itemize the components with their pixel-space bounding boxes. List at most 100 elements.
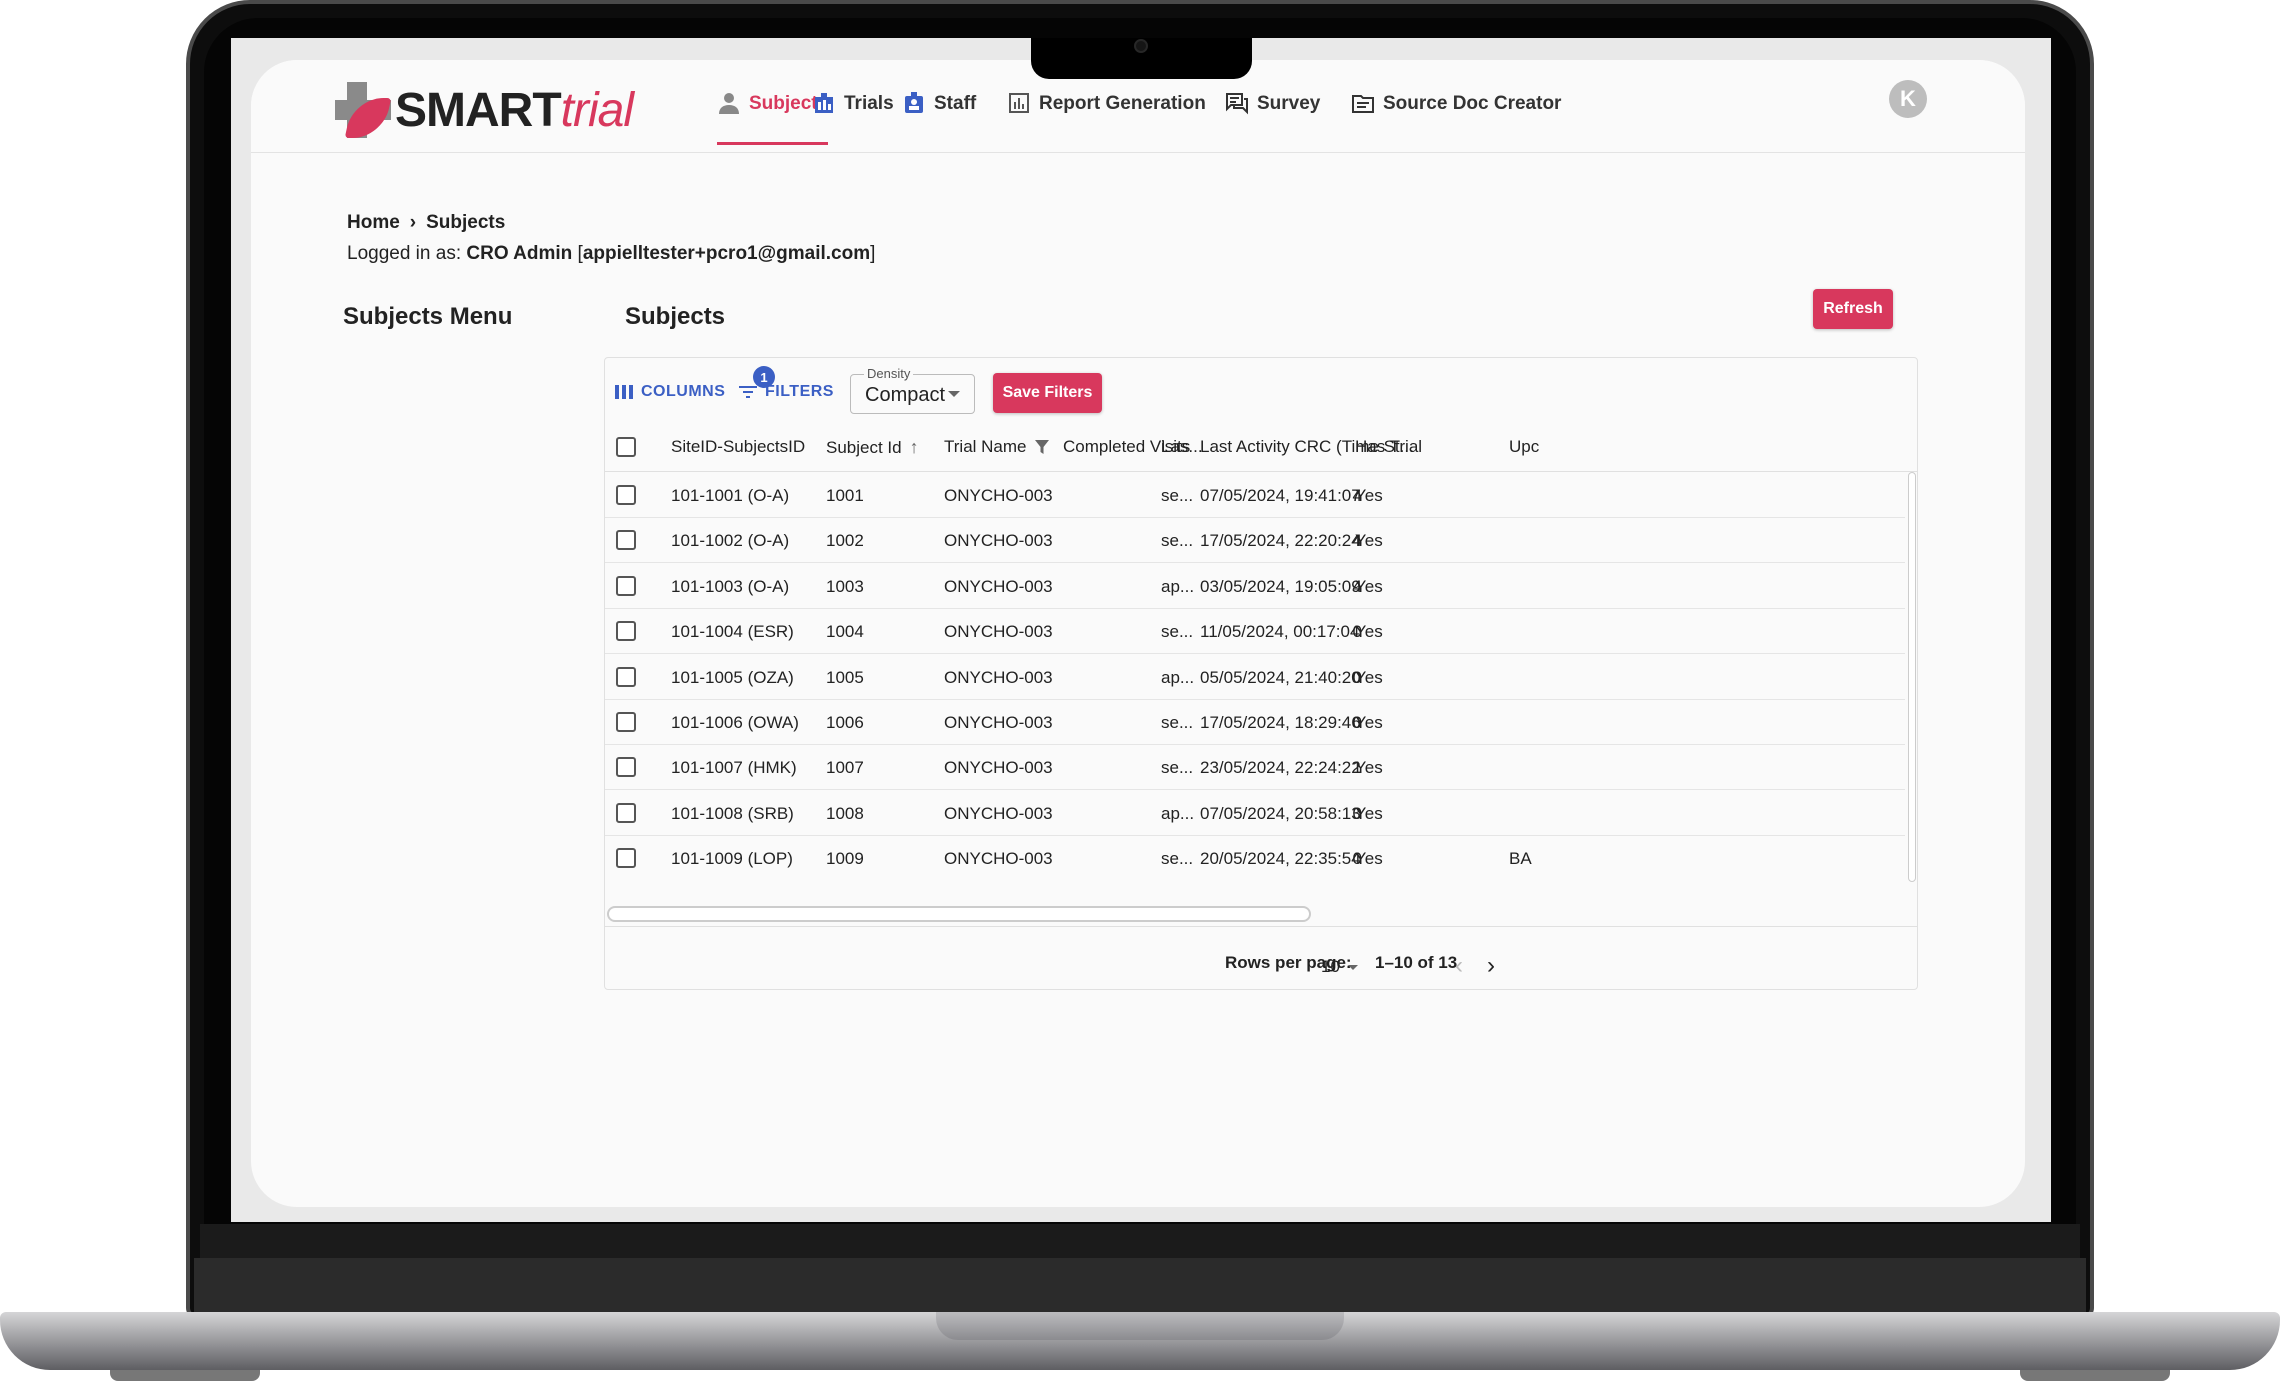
- row-checkbox[interactable]: [616, 802, 636, 823]
- cell-subject-id: 1002: [826, 531, 864, 551]
- report-chart-icon: [1009, 93, 1029, 113]
- table-row[interactable]: 101-1001 (O-A) 1001 ONYCHO-003 4 se... 07/05/…: [605, 473, 1905, 518]
- cell-site-subject: 101-1001 (O-A): [671, 486, 790, 505]
- table-row[interactable]: 101-1005 (OZA) 1005 ONYCHO-003 0 ap... 05/05/…: [605, 655, 1905, 700]
- cell-subject-id: 1006: [826, 713, 864, 732]
- cell-trial: ONYCHO-003: [944, 758, 1053, 778]
- caret-down-icon: [1347, 964, 1358, 970]
- cell-last: ap...: [1161, 576, 1195, 596]
- pagination-footer: Rows per page: 10 1–10 of 13 ‹ ›: [605, 926, 1917, 989]
- density-select[interactable]: Density Compact: [850, 366, 975, 414]
- filters-button[interactable]: FILTERS: [739, 383, 834, 401]
- cell-subject-id: 1009: [826, 849, 864, 869]
- camera-icon: [1134, 39, 1148, 53]
- nav-source-doc-creator[interactable]: Source Doc Creator: [1351, 88, 1561, 148]
- cell-last: se...: [1161, 486, 1194, 505]
- vertical-scrollbar[interactable]: [1908, 472, 1916, 882]
- columns-icon: [615, 385, 633, 399]
- cell-upc: BA: [1509, 849, 1532, 869]
- logged-in-email: appielltester+pcro1@gmail.com: [582, 243, 871, 264]
- survey-chat-icon: [1226, 93, 1248, 115]
- cell-activity: 17/05/2024, 18:29:46: [1200, 713, 1361, 732]
- sort-ascending-icon: ↑: [909, 437, 919, 457]
- column-header-upcoming[interactable]: Upc: [1509, 437, 1539, 457]
- column-header-has-trial[interactable]: Has Trial: [1355, 437, 1422, 457]
- cell-has-trial: Yes: [1355, 849, 1383, 869]
- cell-trial: ONYCHO-003: [944, 531, 1053, 551]
- cell-last: ap...: [1161, 803, 1195, 823]
- columns-button[interactable]: COLUMNS: [615, 383, 725, 401]
- row-checkbox[interactable]: [616, 666, 636, 687]
- row-checkbox[interactable]: [616, 621, 636, 642]
- page-title: Subjects: [625, 303, 726, 330]
- table-row[interactable]: 101-1002 (O-A) 1002 ONYCHO-003 4 se... 17/05/…: [605, 518, 1905, 564]
- cell-site-subject: 101-1004 (ESR): [671, 622, 794, 642]
- cell-has-trial: Yes: [1355, 758, 1383, 778]
- cell-trial: ONYCHO-003: [944, 667, 1053, 687]
- row-checkbox[interactable]: [616, 575, 636, 596]
- cell-last: se...: [1161, 849, 1194, 869]
- cell-last: se...: [1161, 758, 1194, 778]
- column-header-trial-name[interactable]: Trial Name: [944, 437, 1049, 457]
- cell-has-trial: Yes: [1355, 576, 1383, 596]
- nav-report-generation[interactable]: Report Generation: [1007, 88, 1206, 148]
- cell-activity: 07/05/2024, 19:41:07: [1200, 486, 1361, 505]
- column-header-subject-id[interactable]: Subject Id ↑: [826, 437, 919, 458]
- table-row[interactable]: 101-1003 (O-A) 1003 ONYCHO-003 4 ap... 03/05/…: [605, 564, 1905, 609]
- table-row[interactable]: 101-1006 (OWA) 1006 ONYCHO-003 0 se... 17/05/…: [605, 700, 1905, 745]
- nav-staff[interactable]: Staff: [902, 88, 976, 148]
- cell-site-subject: 101-1002 (O-A): [671, 531, 790, 551]
- density-value: Compact: [865, 384, 946, 406]
- logged-in-prefix: Logged in as:: [347, 243, 462, 264]
- cell-site-subject: 101-1005 (OZA): [671, 667, 794, 687]
- cell-activity: 23/05/2024, 22:24:22: [1200, 758, 1361, 778]
- row-checkbox[interactable]: [616, 757, 636, 778]
- row-checkbox[interactable]: [616, 530, 636, 551]
- column-header-last[interactable]: Las...: [1161, 437, 1203, 457]
- chevron-right-icon: ›: [1487, 952, 1495, 979]
- cell-has-trial: Yes: [1355, 622, 1383, 642]
- nav-staff-label: Staff: [934, 93, 977, 114]
- columns-label: COLUMNS: [641, 383, 726, 400]
- nav-report-generation-label: Report Generation: [1039, 93, 1206, 114]
- refresh-button[interactable]: Refresh: [1813, 289, 1893, 329]
- table-row[interactable]: 101-1007 (HMK) 1007 ONYCHO-003 1 se... 23/05/…: [605, 745, 1905, 791]
- cell-has-trial: Yes: [1355, 667, 1383, 687]
- row-checkbox[interactable]: [616, 712, 636, 732]
- nav-survey[interactable]: Survey: [1225, 88, 1320, 148]
- row-checkbox[interactable]: [616, 848, 636, 869]
- cell-subject-id: 1005: [826, 667, 864, 687]
- pagination-range: 1–10 of 13: [1375, 953, 1458, 972]
- table-row[interactable]: 101-1009 (LOP) 1009 ONYCHO-003 0 se... 20/05/…: [605, 836, 1905, 871]
- user-avatar[interactable]: K: [1889, 80, 1927, 118]
- next-page-button[interactable]: ›: [1487, 952, 1495, 980]
- save-filters-button[interactable]: Save Filters: [993, 373, 1102, 413]
- logged-in-role: CRO Admin: [466, 243, 573, 264]
- cell-site-subject: 101-1006 (OWA): [671, 713, 799, 732]
- cell-trial: ONYCHO-003: [944, 849, 1053, 869]
- cell-activity: 05/05/2024, 21:40:20: [1200, 667, 1361, 687]
- cell-last: se...: [1161, 622, 1194, 642]
- column-header-siteid-subjectsid[interactable]: SiteID-SubjectsID: [671, 437, 805, 457]
- density-label: Density: [864, 366, 914, 381]
- nav-trials-label: Trials: [844, 93, 894, 114]
- cell-has-trial: Yes: [1355, 803, 1383, 823]
- table-row[interactable]: 101-1004 (ESR) 1004 ONYCHO-003 0 se... 11/05/…: [605, 609, 1905, 655]
- breadcrumb-home[interactable]: Home: [347, 212, 400, 234]
- cell-site-subject: 101-1003 (O-A): [671, 576, 790, 596]
- nav-trials[interactable]: Trials: [812, 88, 894, 148]
- cell-subject-id: 1008: [826, 803, 864, 823]
- grid-toolbar: COLUMNS FILTERS 1 Density Compact Save F…: [605, 358, 1917, 422]
- logo-text-bold: SMART: [395, 84, 562, 137]
- chevron-right-icon: ›: [409, 212, 417, 233]
- horizontal-scrollbar[interactable]: [607, 906, 1311, 922]
- cell-subject-id: 1001: [826, 486, 864, 505]
- cell-trial: ONYCHO-003: [944, 713, 1053, 732]
- previous-page-button[interactable]: ‹: [1455, 952, 1463, 980]
- cell-activity: 20/05/2024, 22:35:54: [1200, 849, 1361, 869]
- row-checkbox[interactable]: [616, 485, 636, 505]
- rows-per-page-select[interactable]: 10: [1321, 957, 1358, 977]
- table-row[interactable]: 101-1008 (SRB) 1008 ONYCHO-003 0 ap... 07/05/…: [605, 791, 1905, 836]
- select-all-checkbox[interactable]: [616, 437, 636, 457]
- table-body: 101-1001 (O-A) 1001 ONYCHO-003 4 se... 07/05/…: [605, 473, 1905, 871]
